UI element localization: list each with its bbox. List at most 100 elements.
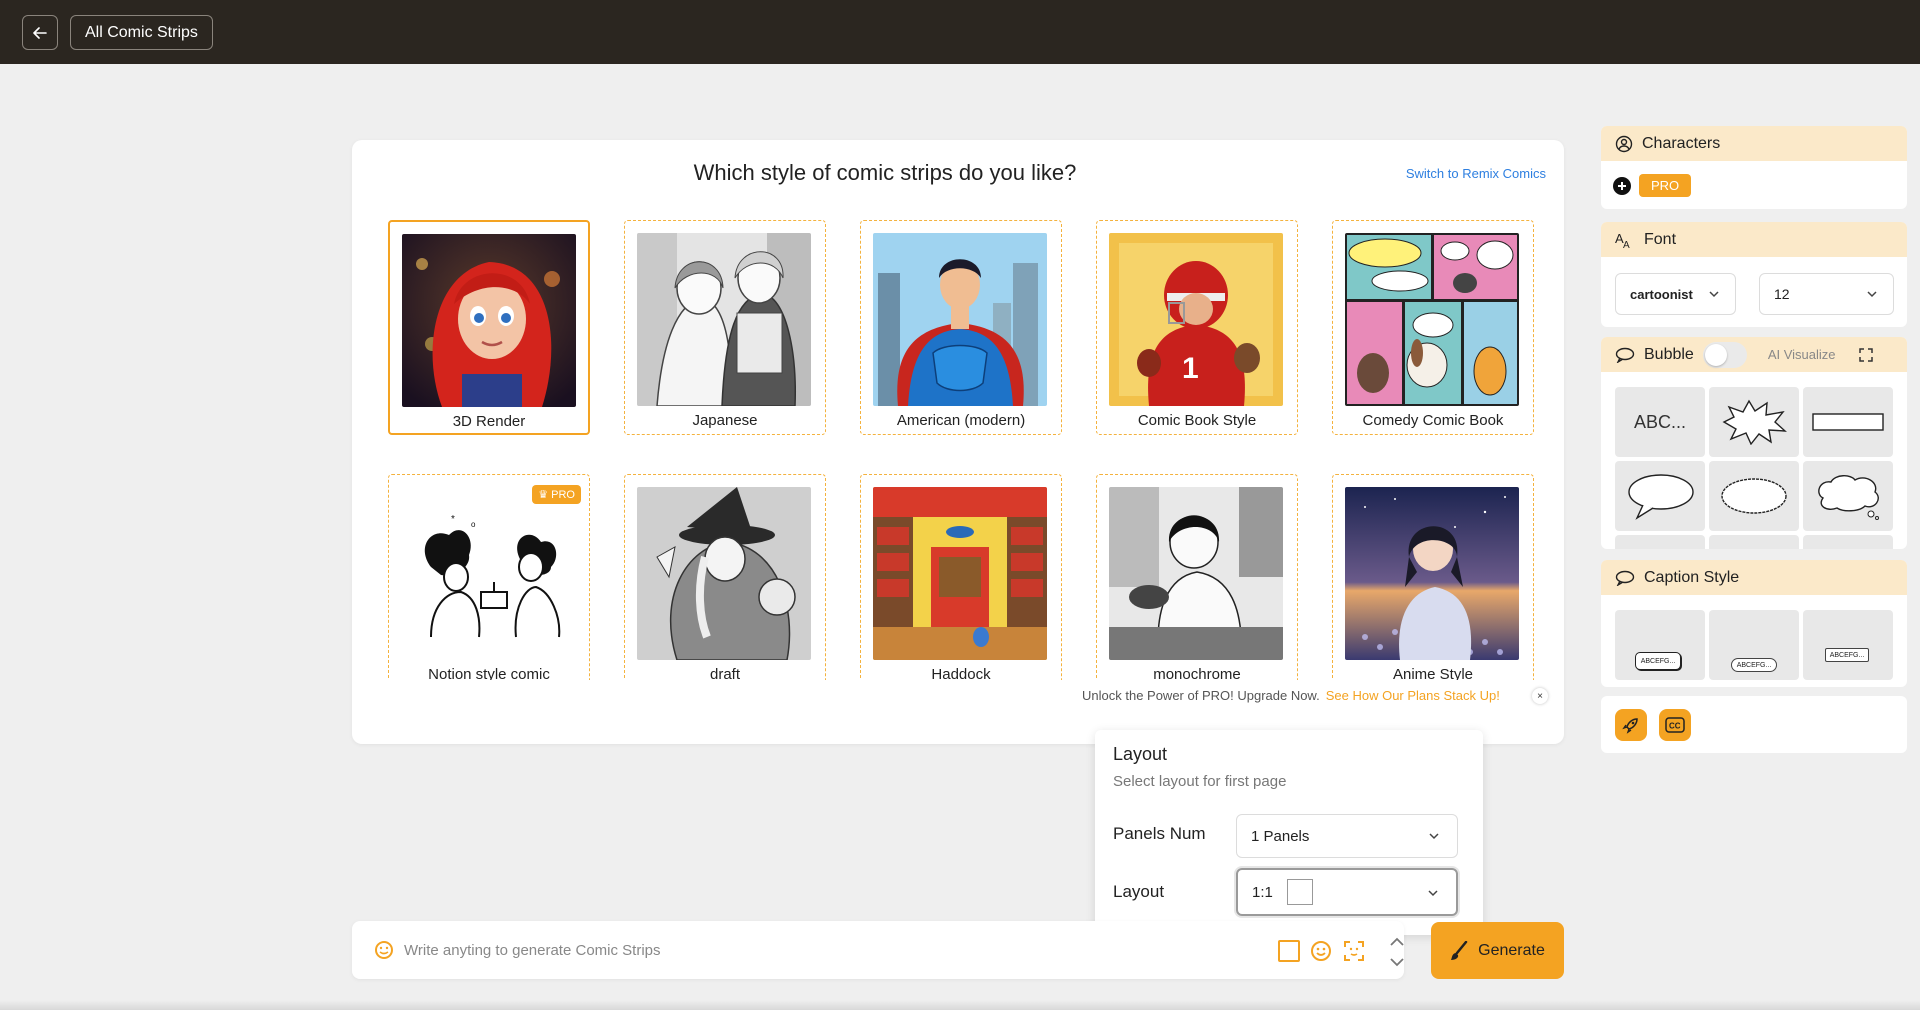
style-tile-monochrome[interactable]: monochrome — [1096, 474, 1298, 680]
style-tile-anime-style[interactable]: Anime Style — [1332, 474, 1534, 680]
page-title: Which style of comic strips do you like? — [693, 160, 1077, 185]
style-thumbnail — [873, 233, 1047, 406]
bubble-title: Bubble — [1644, 345, 1694, 363]
panels-num-select[interactable]: 1 Panels — [1236, 814, 1458, 858]
see-plans-link[interactable]: See How Our Plans Stack Up! — [1326, 688, 1500, 703]
caption-option-rounded[interactable]: ABCEFG... — [1709, 610, 1799, 680]
upgrade-text: Unlock the Power of PRO! Upgrade Now. — [1082, 688, 1320, 703]
caption-sample: ABCEFG... — [1731, 658, 1777, 672]
caption-option-bold[interactable]: ABCEFG... — [1615, 610, 1705, 680]
rectangle-bubble-icon — [1812, 413, 1884, 431]
bubble-option-rectangle[interactable] — [1803, 387, 1893, 457]
aspect-square-button[interactable] — [1278, 940, 1300, 962]
prompt-input[interactable] — [404, 935, 1264, 965]
emoji-icon[interactable] — [1309, 939, 1333, 963]
bubble-option-more[interactable] — [1709, 535, 1799, 549]
font-size-value: 12 — [1774, 286, 1790, 302]
caption-sample: ABCEFG... — [1635, 652, 1681, 670]
speech-bubble-icon — [1615, 347, 1635, 363]
bubble-option-more[interactable] — [1803, 535, 1893, 549]
style-thumbnail — [637, 487, 811, 660]
style-label: Notion style comic — [428, 666, 550, 680]
style-thumbnail: * o — [401, 487, 575, 660]
caption-style-panel: Caption Style ABCEFG... ABCEFG... ABCEFG… — [1601, 560, 1907, 687]
pro-badge: ♛ PRO — [532, 485, 581, 504]
chevron-down-icon — [1709, 291, 1719, 298]
all-comic-strips-button[interactable]: All Comic Strips — [70, 15, 213, 50]
style-label: Comedy Comic Book — [1362, 412, 1504, 429]
style-thumbnail — [873, 487, 1047, 660]
characters-header: Characters — [1601, 126, 1907, 161]
chevron-down-icon — [1429, 833, 1439, 840]
rocket-button[interactable] — [1615, 709, 1647, 741]
panels-num-value: 1 Panels — [1251, 827, 1310, 845]
upgrade-banner: Unlock the Power of PRO! Upgrade Now. See… — [1082, 688, 1500, 703]
style-tile-notion-style-comic[interactable]: * o ♛ PRO Notion style comic — [388, 474, 590, 680]
style-tile-3d-render[interactable]: 3D Render — [388, 220, 590, 435]
bubble-option-wavy[interactable] — [1709, 461, 1799, 531]
bubble-option-cloud[interactable] — [1803, 461, 1893, 531]
add-character-icon[interactable] — [1613, 176, 1631, 195]
caption-style-header: Caption Style — [1601, 560, 1907, 595]
font-size-select[interactable]: 12 — [1759, 273, 1894, 315]
layout-popup-title: Layout — [1113, 744, 1168, 764]
smiley-sparkle-icon — [375, 941, 393, 959]
bubble-header: Bubble AI Visualize — [1601, 337, 1907, 372]
closed-caption-button[interactable]: CC — [1659, 709, 1691, 741]
style-selection-card: Which style of comic strips do you like?… — [352, 140, 1564, 744]
bubble-panel: Bubble AI Visualize ABC... — [1601, 337, 1907, 549]
bottom-edge — [0, 1000, 1920, 1010]
svg-text:1: 1 — [1182, 352, 1199, 385]
style-tile-japanese[interactable]: Japanese — [624, 220, 826, 435]
style-tile-draft[interactable]: draft — [624, 474, 826, 680]
caption-sample: ABCEFG... — [1825, 648, 1869, 662]
style-label: Anime Style — [1392, 666, 1474, 680]
style-tile-comic-book-style[interactable]: 1 Comic Book Style — [1096, 220, 1298, 435]
svg-text:A: A — [1623, 240, 1630, 249]
layout-select[interactable]: 1:1 — [1236, 868, 1458, 916]
fullscreen-icon[interactable] — [1859, 348, 1873, 362]
characters-pro-badge[interactable]: PRO — [1639, 174, 1692, 197]
face-scan-icon[interactable] — [1342, 939, 1366, 963]
expand-collapse-icon[interactable] — [1387, 935, 1407, 969]
chevron-down-icon — [1428, 890, 1438, 897]
arrow-left-icon — [33, 26, 47, 39]
bubble-option-burst[interactable] — [1709, 387, 1799, 457]
style-label: Haddock — [931, 666, 991, 680]
font-family-value: cartoonist — [1630, 286, 1693, 302]
font-panel: AA Font cartoonist 12 — [1601, 222, 1907, 327]
back-button[interactable] — [22, 15, 58, 50]
bubble-option-speech[interactable] — [1615, 461, 1705, 531]
style-thumbnail — [402, 234, 576, 407]
ai-visualize-label: AI Visualize — [1767, 347, 1836, 362]
panels-num-label: Panels Num — [1113, 824, 1206, 843]
font-family-select[interactable]: cartoonist — [1615, 273, 1736, 315]
crown-icon: ♛ — [538, 489, 552, 501]
caption-option-plain[interactable]: ABCEFG... — [1803, 610, 1893, 680]
font-size-icon: AA — [1615, 231, 1630, 249]
style-tile-american-modern[interactable]: American (modern) — [860, 220, 1062, 435]
generate-label: Generate — [1478, 941, 1545, 959]
rocket-icon — [1622, 718, 1638, 734]
user-circle-icon — [1615, 135, 1633, 152]
ratio-preview-icon — [1286, 879, 1313, 905]
upgrade-close-button[interactable]: × — [1532, 688, 1548, 704]
caption-icon — [1615, 570, 1635, 586]
style-label: 3D Render — [452, 413, 526, 430]
style-thumbnail — [637, 233, 811, 406]
style-label: monochrome — [1153, 666, 1241, 680]
top-bar: All Comic Strips — [0, 0, 1920, 64]
bubble-option-text[interactable]: ABC... — [1615, 387, 1705, 457]
cloud-bubble-icon — [1818, 475, 1879, 520]
style-thumbnail: 1 — [1109, 233, 1283, 406]
style-tile-comedy-comic-book[interactable]: Comedy Comic Book — [1332, 220, 1534, 435]
style-tile-haddock[interactable]: Haddock — [860, 474, 1062, 680]
chevron-down-icon — [1867, 291, 1877, 298]
characters-title: Characters — [1642, 134, 1721, 152]
svg-text:CC: CC — [1669, 722, 1681, 731]
switch-to-remix-link[interactable]: Switch to Remix Comics — [1406, 166, 1546, 181]
bubble-option-more[interactable] — [1615, 535, 1705, 549]
generate-button[interactable]: Generate — [1431, 922, 1564, 979]
ai-visualize-toggle[interactable] — [1702, 341, 1747, 368]
prompt-bar — [352, 921, 1404, 979]
